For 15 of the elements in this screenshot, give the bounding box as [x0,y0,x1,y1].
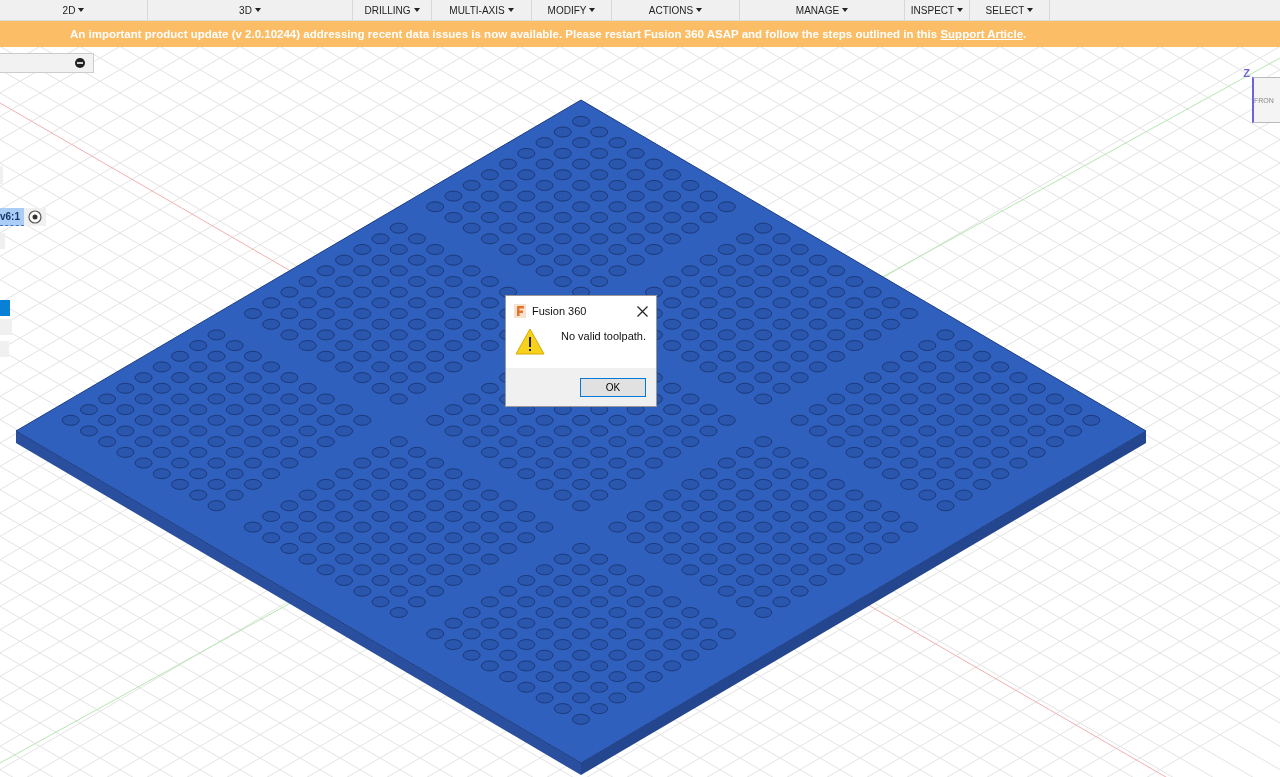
toolbar-menu[interactable]: MULTI-AXIS [432,0,532,20]
toolbar-menu[interactable]: 2D [0,0,148,20]
toolbar-menu[interactable]: 3D [148,0,353,20]
ok-button[interactable]: OK [580,377,646,397]
banner-message: An important product update (v 2.0.10244) addressing recent data issues is now available. Please restart Fusion 360 ASAP and follow the steps outlined in this Support Article. [70,28,1027,40]
browser-item[interactable]: v6:1 [0,208,24,226]
toolbar-menu[interactable]: DRILLING [353,0,432,20]
toolbar-menu[interactable]: MANAGE [740,0,905,20]
toolbar-menu[interactable]: MODIFY [532,0,612,20]
dialog-title: Fusion 360 [532,305,588,317]
dialog-message: No valid toolpath. [561,330,646,342]
toolbar-menu[interactable]: ACTIONS [612,0,740,20]
toolbar-menu[interactable]: INSPECT [905,0,970,20]
z-axis-label: Z [1243,67,1250,79]
toolbar-menu[interactable]: SELECT [970,0,1050,20]
